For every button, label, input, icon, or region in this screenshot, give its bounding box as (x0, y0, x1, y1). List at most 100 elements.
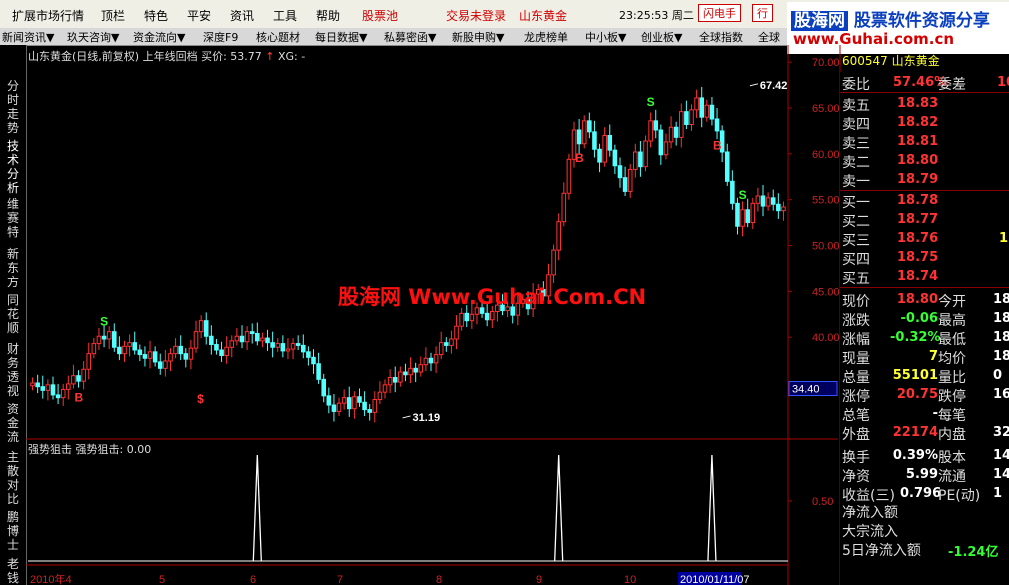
candle-body (408, 367, 413, 376)
sell3-price: 18.81 (897, 134, 939, 149)
sell2-label: 卖二 (842, 155, 870, 171)
candle-body (316, 363, 321, 380)
candle-body (587, 120, 592, 133)
candle-body (398, 371, 403, 383)
candle-body (300, 344, 306, 353)
toolbar-gem[interactable]: 创业板▼ (641, 29, 682, 45)
toolbar-lhb[interactable]: 龙虎榜单 (524, 29, 568, 45)
stat-label-2: PE(动) (938, 488, 981, 504)
candle-body (341, 397, 347, 404)
toolbar-sme[interactable]: 中小板▼ (585, 29, 626, 45)
logo-tagline: 股票软件资源分享 (853, 11, 990, 31)
time-axis-label: 6 (250, 574, 256, 585)
xg-label: XG: - (278, 50, 306, 63)
toolbar-news[interactable]: 新闻资讯▼ (2, 29, 54, 45)
toolbar-fundflow[interactable]: 资金流向▼ (133, 29, 185, 45)
candle-body (694, 97, 699, 111)
candle-body (66, 383, 71, 390)
candle-body (86, 353, 92, 370)
candle-body (40, 386, 46, 391)
menu-item-expand-market[interactable]: 扩展市场行情 (12, 7, 84, 24)
candle-body (239, 335, 245, 343)
price-tick-label: 55.00 (812, 195, 840, 207)
sidebar-tab-laoqian[interactable]: 老钱 (3, 557, 23, 585)
chart-title: 山东黄金(日线,前复权) 上年线回档 (28, 50, 198, 63)
candle-body (111, 331, 117, 348)
menu-item-news[interactable]: 资讯 (230, 7, 254, 24)
candle-body (137, 349, 143, 356)
sidebar-tab-intraday[interactable]: 分时走势 (3, 79, 23, 135)
sidebar-tab-tonghuashun[interactable]: 同花顺 (3, 293, 23, 335)
stat-value: - (932, 406, 938, 421)
candle-body (382, 384, 388, 393)
candle-body (709, 104, 715, 120)
candle-body (740, 209, 745, 227)
menu-item-features[interactable]: 特色 (144, 7, 168, 24)
candle-body (71, 375, 76, 385)
toolbar-private-letter[interactable]: 私募密函▼ (384, 29, 436, 45)
stat-value-2: 18 (993, 311, 1009, 326)
candle-body (336, 402, 342, 412)
stat-value-2: 32 (993, 425, 1009, 440)
toolbar-global-index[interactable]: 全球指数 (699, 29, 743, 45)
menu-item-pingan[interactable]: 平安 (187, 7, 211, 24)
sidebar-tab-weisaite[interactable]: 维赛特 (3, 197, 23, 239)
sidebar-tab-fund[interactable]: 资金流 (3, 402, 23, 444)
candle-body (178, 345, 183, 355)
candle-body (633, 151, 638, 170)
sell2-price: 18.80 (897, 153, 939, 168)
stat-label-2: 股本 (938, 450, 966, 466)
sell5-price: 18.83 (897, 96, 939, 111)
sidebar-tab-main-vs-retail[interactable]: 主散对比 (3, 450, 23, 506)
logo-brand: 股海网 (791, 11, 848, 31)
toolbar-core-topics[interactable]: 核心题材 (256, 29, 300, 45)
stat-value-2: 0 (993, 368, 1003, 383)
kline-chart[interactable]: 70.00 65.00 60.00 55.00 50.00 45.00 40.00 34.40… (26, 45, 841, 585)
stock-pool-link[interactable]: 股票池 (362, 7, 398, 24)
menu-item-topbar[interactable]: 顶栏 (101, 7, 125, 24)
toolbar-jiutian[interactable]: 玖天咨询▼ (67, 29, 119, 45)
toolbar-ipo[interactable]: 新股申购▼ (452, 29, 504, 45)
trade-signal-marker: S (739, 188, 747, 202)
candle-body (653, 120, 659, 131)
clock: 23:25:53 周二 (619, 9, 694, 22)
sidebar-tab-finance[interactable]: 财务透视 (3, 342, 23, 398)
candle-body (234, 335, 240, 342)
candle-body (566, 158, 572, 194)
login-status[interactable]: 交易未登录 (446, 7, 506, 24)
sell1-label: 卖一 (842, 174, 870, 190)
candle-body (602, 135, 607, 163)
trade-signal-marker: B (575, 151, 584, 165)
stat-value: 0.39% (892, 448, 938, 463)
sidebar-tab-xindongfang[interactable]: 新东方 (3, 247, 23, 289)
toolbar-f9[interactable]: 深度F9 (203, 29, 238, 45)
candle-body (346, 397, 352, 410)
stat-value: 18.80 (896, 292, 938, 307)
flow-label: 大宗流入 (842, 524, 898, 540)
stat-label-2: 跌停 (938, 389, 966, 405)
candle-body (209, 335, 214, 345)
candle-body (372, 399, 378, 413)
price-up-arrow: ↑ (265, 50, 275, 63)
candle-body (684, 111, 689, 125)
menu-item-help[interactable]: 帮助 (316, 7, 340, 24)
annotation-leader (749, 83, 759, 87)
sidebar-tab-pengboshi[interactable]: 鹏博士 (3, 510, 23, 552)
menu-item-tools[interactable]: 工具 (273, 7, 297, 24)
quote-button[interactable]: 行 (752, 4, 773, 22)
flash-trade-button[interactable]: 闪电手 (698, 4, 741, 22)
price-tick-label: 65.00 (812, 103, 840, 115)
stat-value: 0.796 (900, 486, 942, 501)
sell4-label: 卖四 (842, 117, 870, 133)
function-toolbar: 新闻资讯▼ 玖天咨询▼ 资金流向▼ 深度F9 核心题材 每日数据▼ 私募密函▼ … (0, 28, 787, 46)
time-axis-label: 7 (337, 574, 343, 585)
toolbar-global[interactable]: 全球 (758, 29, 780, 45)
candle-body (413, 367, 418, 373)
candle-body (678, 111, 684, 138)
sidebar-tab-technical[interactable]: 技术分析 (3, 139, 23, 195)
candle-body (423, 357, 429, 366)
candle-body (730, 180, 735, 204)
candle-body (444, 342, 449, 346)
stat-label: 涨幅 (842, 332, 870, 348)
toolbar-daily-data[interactable]: 每日数据▼ (315, 29, 367, 45)
